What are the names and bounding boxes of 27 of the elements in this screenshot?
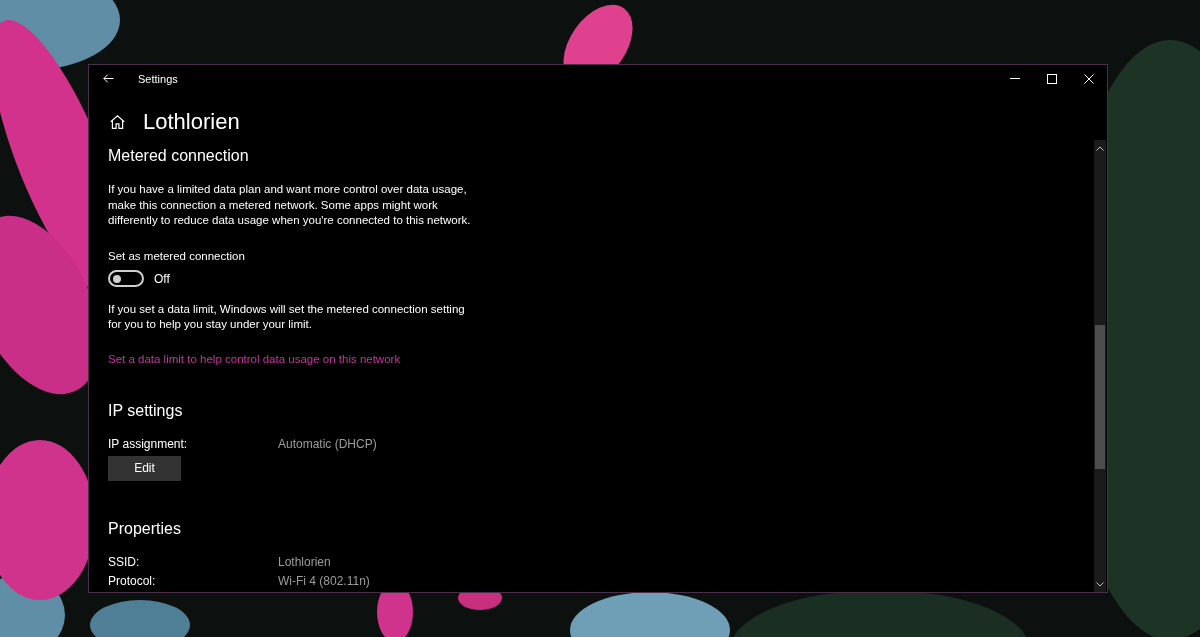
field-value: Lothlorien [278,553,331,570]
back-arrow-icon [102,74,114,83]
edit-button[interactable]: Edit [108,455,181,481]
field-label: SSID: [108,553,141,570]
toggle-state-label: Off [154,270,170,287]
toggle-label: Set as metered connection [108,248,245,264]
minimize-icon [1009,78,1020,79]
section-heading: Metered connection [108,146,249,166]
field-value: Automatic (DHCP) [278,435,377,452]
close-icon [1083,73,1094,84]
data-limit-link[interactable]: Set a data limit to help control data usage on this network [108,350,401,367]
scrollbar[interactable] [1094,140,1106,592]
field-value: Wi-Fi 4 (802.11n) [278,572,370,589]
window-title: Settings [138,72,178,85]
description-text: If you have a limited data plan and want more control over data usage, make this connection a metered network. Some apps might work differently to reduce data usage when you're connected to this network. [108,182,472,228]
chevron-down-icon[interactable] [1096,581,1104,587]
section-heading: IP settings [108,400,183,421]
scrollbar-thumb[interactable] [1095,325,1105,469]
maximize-icon [1046,73,1057,84]
chevron-up-icon[interactable] [1096,145,1104,151]
field-label: IP assignment: [108,435,189,452]
note-text: If you set a data limit, Windows will set the metered connection setting for you to help you stay under your limit. [108,301,466,332]
field-label: Protocol: [108,572,157,589]
home-icon[interactable] [110,115,125,129]
toggle-switch[interactable] [108,270,144,287]
section-heading: Properties [108,518,181,539]
page-title: Lothlorien [143,108,240,136]
